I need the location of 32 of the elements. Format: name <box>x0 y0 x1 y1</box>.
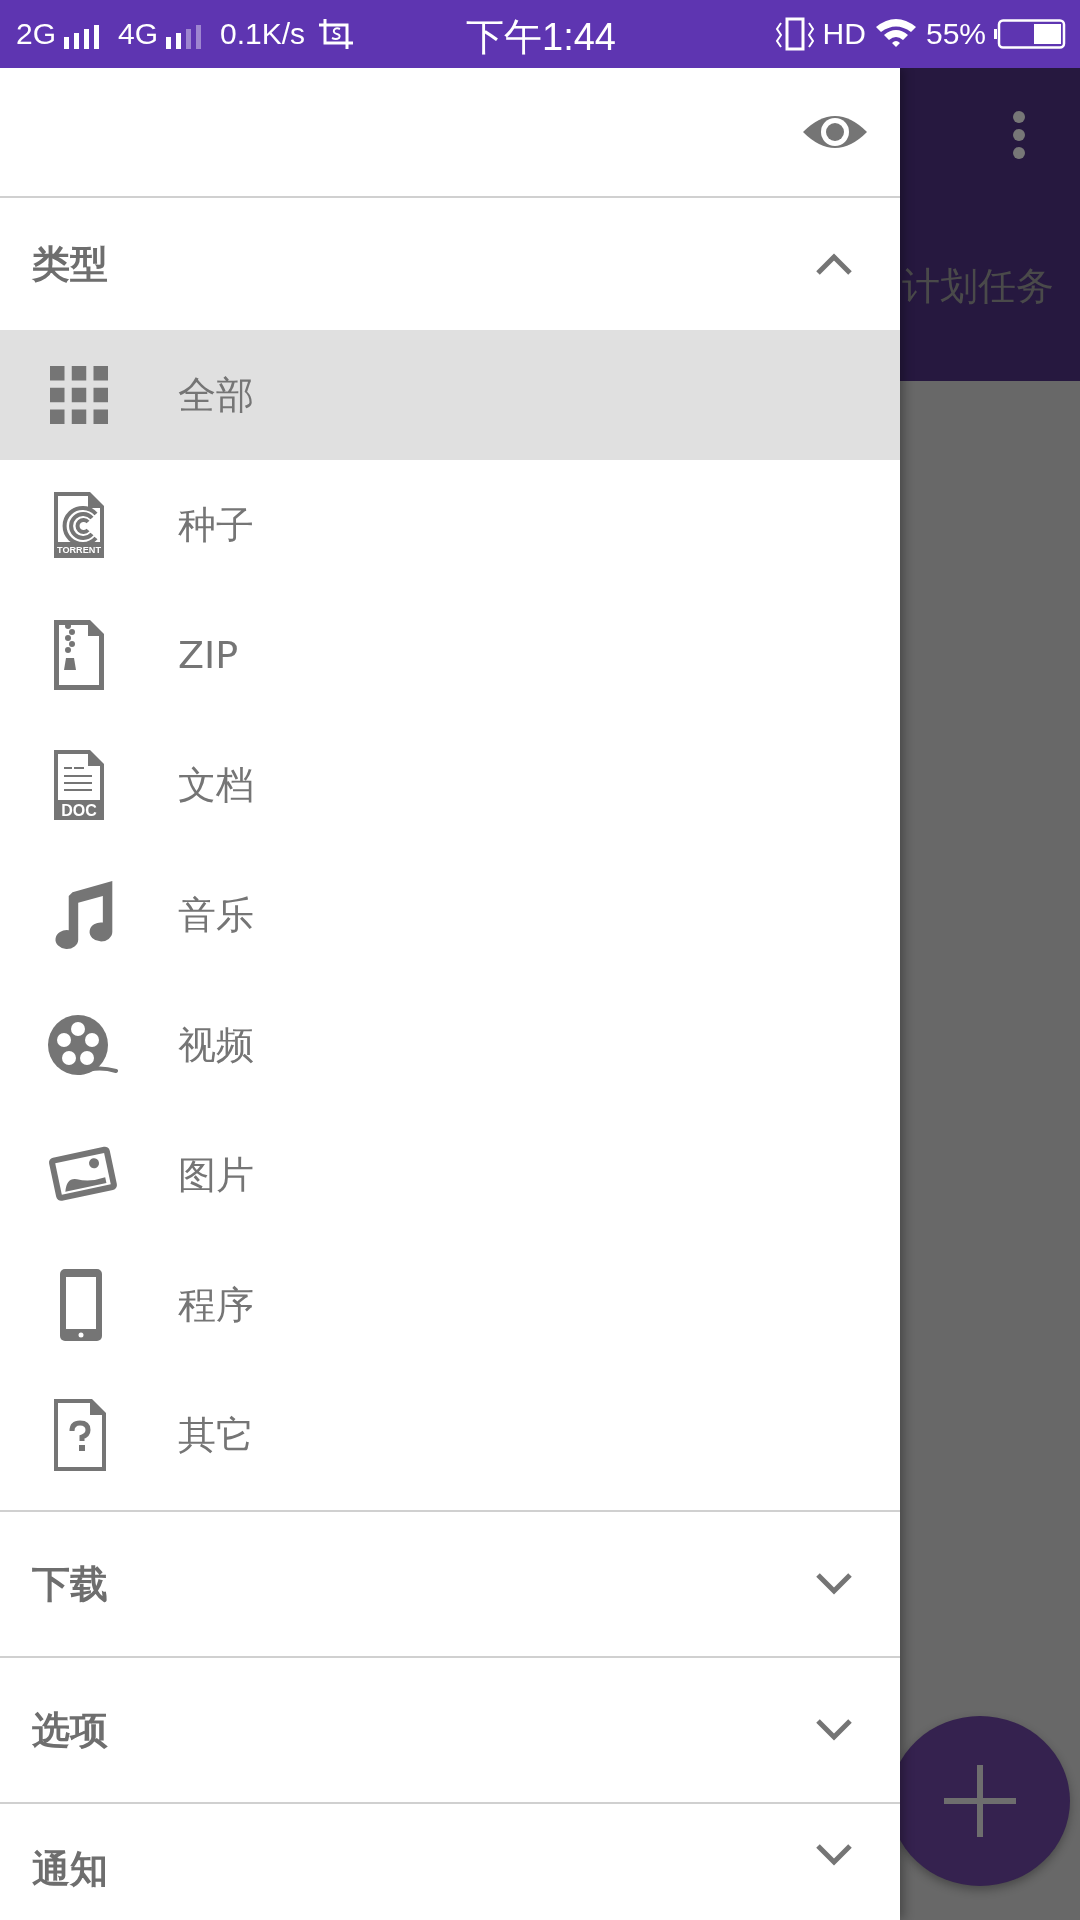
network-type: 2G <box>16 17 57 51</box>
drawer-item[interactable]: 图片 <box>0 1110 900 1240</box>
network-speed: 0.1K/s <box>220 17 306 51</box>
screenshot-icon <box>319 19 354 49</box>
drawer-item[interactable]: ZIP <box>0 590 900 720</box>
clock: 下午1:44 <box>466 15 616 60</box>
vibrate-icon <box>774 17 815 51</box>
phone-icon <box>58 1269 104 1341</box>
drawer-item[interactable]: 程序 <box>0 1240 900 1370</box>
section-header[interactable]: 下载 <box>0 1510 900 1658</box>
drawer-item[interactable]: TORRENT 种子 <box>0 460 900 590</box>
drawer-item[interactable]: 音乐 <box>0 850 900 980</box>
section-title: 通知 <box>32 1846 108 1893</box>
zip-file-icon <box>52 619 106 691</box>
drawer-item[interactable]: 全部 <box>0 330 900 460</box>
drawer-item[interactable]: 视频 <box>0 980 900 1110</box>
unknown-file-icon <box>52 1399 108 1471</box>
battery-percent: 55% <box>925 17 986 51</box>
drawer-item[interactable]: DOC 文档 <box>0 720 900 850</box>
section-header[interactable]: 类型 <box>0 198 900 330</box>
network-type: 4G <box>118 17 159 51</box>
icon-label: DOC <box>61 802 97 819</box>
plus-icon <box>944 1765 1016 1837</box>
battery-icon <box>994 19 1066 49</box>
more-icon[interactable] <box>1013 110 1025 159</box>
drawer-item[interactable]: 其它 <box>0 1370 900 1500</box>
section-title: 选项 <box>32 1706 108 1754</box>
hd-label: HD <box>822 17 866 51</box>
icon-label: TORRENT <box>57 545 101 555</box>
section-title: 下载 <box>32 1560 108 1608</box>
grid-icon <box>50 366 108 424</box>
section-title: 类型 <box>32 240 108 288</box>
